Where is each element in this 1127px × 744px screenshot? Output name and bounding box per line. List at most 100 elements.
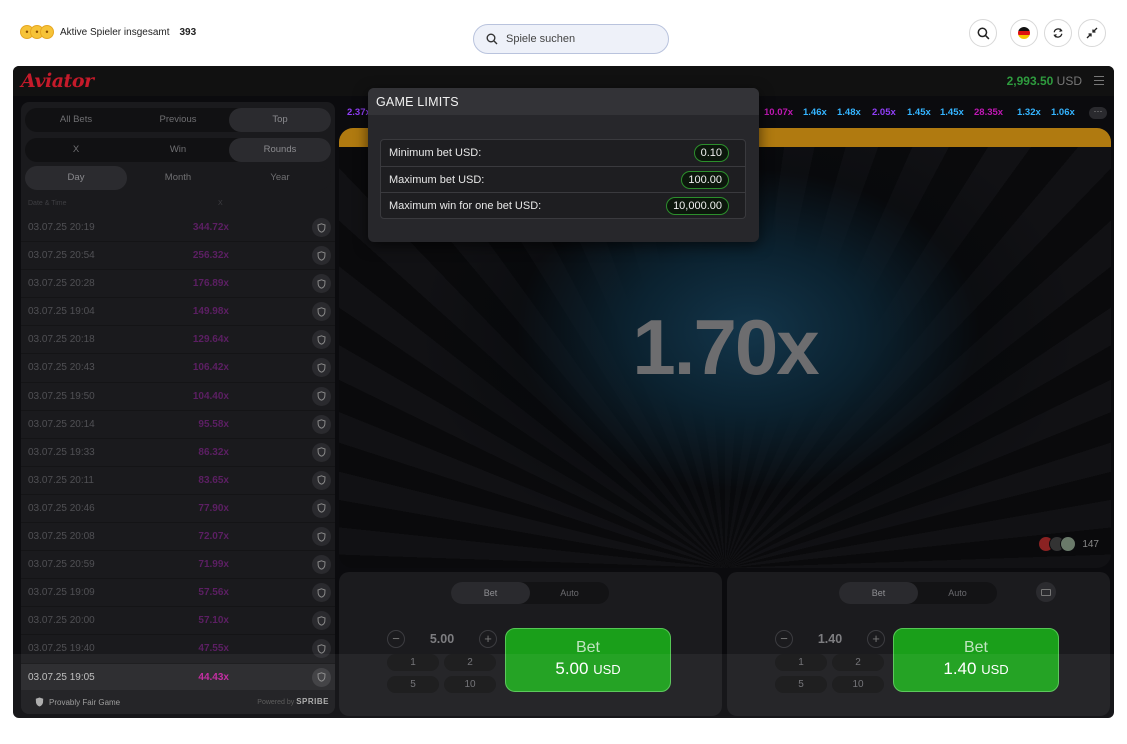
- bets-footer: Provably Fair Game Powered by SPRIBE: [21, 690, 335, 714]
- limit-row: Minimum bet USD: 0.10: [381, 140, 745, 167]
- decrease-button[interactable]: −: [775, 630, 793, 648]
- history-multiplier[interactable]: 1.46x: [803, 107, 827, 118]
- emoji-faces-icon: • • •: [20, 25, 54, 39]
- tab-year[interactable]: Year: [229, 166, 331, 190]
- collapse-button[interactable]: [1078, 19, 1106, 47]
- row-date: 03.07.25 19:33: [28, 446, 95, 458]
- flag-de-icon: [1018, 27, 1030, 39]
- powered-by-label: Powered by: [257, 699, 295, 706]
- quick-amount-button[interactable]: 10: [444, 676, 496, 693]
- fairness-check-button[interactable]: [312, 330, 331, 350]
- bet-mode-tabs: Bet Auto: [839, 582, 997, 604]
- row-multiplier: 72.07x: [198, 531, 229, 543]
- col-x: X: [218, 200, 223, 207]
- search-input[interactable]: [506, 33, 646, 45]
- tab-top[interactable]: Top: [229, 108, 331, 132]
- tab-bet[interactable]: Bet: [451, 582, 530, 604]
- row-date: 03.07.25 20:54: [28, 250, 95, 262]
- history-multiplier[interactable]: 1.45x: [907, 107, 931, 118]
- tab-auto[interactable]: Auto: [918, 582, 997, 604]
- fairness-check-button[interactable]: [312, 274, 331, 294]
- tab-month[interactable]: Month: [127, 166, 229, 190]
- fairness-check-button[interactable]: [312, 470, 331, 490]
- emoji-heart-eyes-icon: •: [40, 25, 54, 39]
- tab-x[interactable]: X: [25, 138, 127, 162]
- tab-bet[interactable]: Bet: [839, 582, 918, 604]
- history-multiplier[interactable]: 28.35x: [974, 107, 1003, 118]
- bet-button-value: 1.40: [943, 659, 977, 678]
- tab-rounds[interactable]: Rounds: [229, 138, 331, 162]
- language-button[interactable]: [1010, 19, 1038, 47]
- fairness-check-button[interactable]: [312, 386, 331, 406]
- quick-amount-button[interactable]: 5: [387, 676, 439, 693]
- bet-button[interactable]: Bet 1.40 USD: [893, 628, 1059, 692]
- search-box[interactable]: [473, 24, 669, 54]
- table-row: 03.07.25 20:00 57.10x: [21, 607, 335, 636]
- fairness-check-button[interactable]: [312, 527, 331, 547]
- aviator-logo: Aviator: [21, 70, 94, 92]
- history-multiplier[interactable]: 1.32x: [1017, 107, 1041, 118]
- tab-auto[interactable]: Auto: [530, 582, 609, 604]
- history-multiplier[interactable]: 1.48x: [837, 107, 861, 118]
- row-date: 03.07.25 20:18: [28, 334, 95, 346]
- bet-button-amount: 1.40 USD: [894, 659, 1058, 679]
- shield-icon: [317, 307, 326, 317]
- bet-amount-value[interactable]: 1.40: [818, 632, 842, 646]
- tab-day[interactable]: Day: [25, 166, 127, 190]
- increase-button[interactable]: +: [479, 630, 497, 648]
- table-row: 03.07.25 20:59 71.99x: [21, 551, 335, 580]
- fairness-check-button[interactable]: [312, 555, 331, 575]
- menu-icon[interactable]: [1094, 76, 1104, 85]
- quick-amount-button[interactable]: 10: [832, 676, 884, 693]
- history-multiplier[interactable]: 2.05x: [872, 107, 896, 118]
- tab-all-bets[interactable]: All Bets: [25, 108, 127, 132]
- provably-fair[interactable]: Provably Fair Game: [35, 697, 120, 707]
- quick-amount-button[interactable]: 2: [444, 654, 496, 671]
- fairness-check-button[interactable]: [312, 583, 331, 603]
- bet-amount-stepper: − 1.40 +: [775, 628, 885, 650]
- bet-panel-1: Bet Auto − 5.00 +1 2 5 10 Bet 5.00 USD: [339, 572, 722, 716]
- fairness-check-button[interactable]: [312, 639, 331, 659]
- quick-amount-button[interactable]: 1: [387, 654, 439, 671]
- quick-amount-button[interactable]: 2: [832, 654, 884, 671]
- fairness-check-button[interactable]: [312, 667, 331, 687]
- bet-button[interactable]: Bet 5.00 USD: [505, 628, 671, 692]
- row-multiplier: 57.10x: [198, 615, 229, 627]
- table-row: 03.07.25 20:18 129.64x: [21, 326, 335, 355]
- shield-icon: [317, 335, 326, 345]
- decrease-button[interactable]: −: [387, 630, 405, 648]
- limit-row: Maximum win for one bet USD: 10,000.00: [381, 193, 745, 220]
- bet-amount-value[interactable]: 5.00: [430, 632, 454, 646]
- table-row: 03.07.25 20:54 256.32x: [21, 242, 335, 271]
- remove-panel-button[interactable]: [1036, 582, 1056, 602]
- history-multiplier[interactable]: 10.07x: [764, 107, 793, 118]
- minus-box-icon: [1041, 588, 1051, 596]
- row-multiplier: 86.32x: [198, 446, 229, 458]
- increase-button[interactable]: +: [867, 630, 885, 648]
- row-date: 03.07.25 20:46: [28, 502, 95, 514]
- fairness-check-button[interactable]: [312, 218, 331, 237]
- shield-icon: [317, 363, 326, 373]
- fairness-check-button[interactable]: [312, 611, 331, 631]
- fairness-check-button[interactable]: [312, 442, 331, 462]
- history-multiplier[interactable]: 1.45x: [940, 107, 964, 118]
- col-date-time: Date & Time: [28, 200, 67, 207]
- fairness-check-button[interactable]: [312, 498, 331, 518]
- quick-amount-button[interactable]: 5: [775, 676, 827, 693]
- quick-amount-button[interactable]: 1: [775, 654, 827, 671]
- refresh-button[interactable]: [1044, 19, 1072, 47]
- fairness-check-button[interactable]: [312, 358, 331, 378]
- history-multiplier[interactable]: 1.06x: [1051, 107, 1075, 118]
- history-more-button[interactable]: ···: [1089, 107, 1107, 119]
- tab-win[interactable]: Win: [127, 138, 229, 162]
- fairness-check-button[interactable]: [312, 302, 331, 322]
- tab-previous[interactable]: Previous: [127, 108, 229, 132]
- shield-icon: [317, 278, 326, 289]
- fairness-check-button[interactable]: [312, 414, 331, 434]
- fairness-check-button[interactable]: [312, 246, 331, 266]
- balance-value: 2,993.50: [1006, 74, 1054, 88]
- limit-value: 0.10: [693, 144, 729, 162]
- shield-icon: [317, 391, 326, 401]
- row-date: 03.07.25 19:04: [28, 306, 95, 318]
- search-button[interactable]: [969, 19, 997, 47]
